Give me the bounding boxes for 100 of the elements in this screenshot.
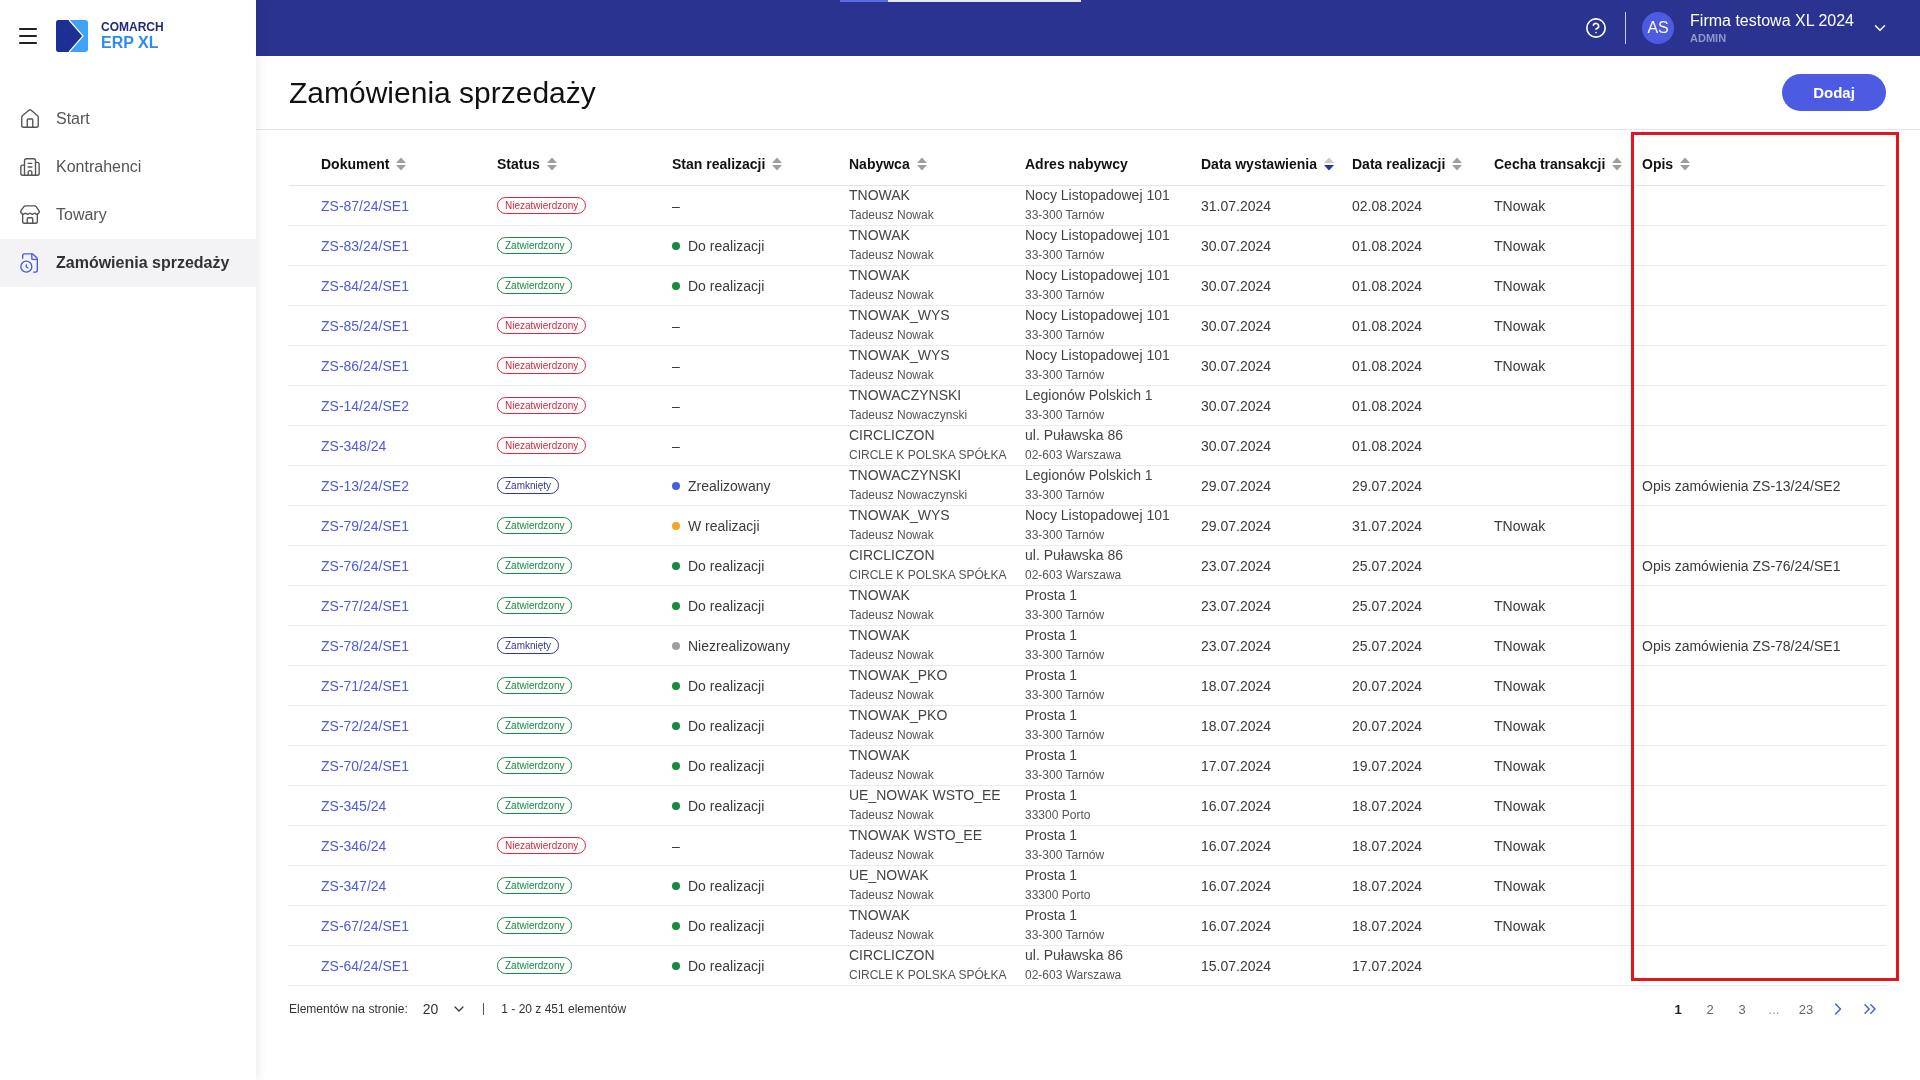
delivery-date: 01.08.2024 [1352, 237, 1423, 254]
document-link[interactable]: ZS-14/24/SE2 [321, 397, 409, 414]
address-city: 33-300 Tarnów [1025, 686, 1105, 704]
address-city: 33300 Porto [1025, 886, 1091, 904]
document-link[interactable]: ZS-86/24/SE1 [321, 357, 409, 374]
progress-status: Do realizacji [688, 717, 765, 734]
document-link[interactable]: ZS-79/24/SE1 [321, 517, 409, 534]
buyer-code: TNOWAK_WYS [849, 306, 950, 325]
address-city: 33-300 Tarnów [1025, 646, 1105, 664]
document-link[interactable]: ZS-346/24 [321, 837, 387, 854]
address-city: 33-300 Tarnów [1025, 486, 1106, 504]
transaction-feature: TNowak [1494, 597, 1546, 614]
issue-date: 30.07.2024 [1201, 357, 1272, 374]
address-city: 33-300 Tarnów [1025, 526, 1106, 544]
buyer-code: UE_NOWAK WSTO_EE [849, 786, 1001, 805]
document-link[interactable]: ZS-85/24/SE1 [321, 317, 409, 334]
delivery-date: 01.08.2024 [1352, 317, 1423, 334]
progress-status: – [672, 837, 680, 854]
address-street: Prosta 1 [1025, 826, 1079, 845]
column-header[interactable]: Data realizacji [1352, 155, 1446, 172]
buyer-code: TNOWAK [849, 586, 911, 605]
issue-date: 17.07.2024 [1201, 757, 1272, 774]
column-header[interactable]: Nabywca [849, 155, 910, 172]
page-size-select[interactable]: 20 [422, 1001, 468, 1017]
status-badge: Niezatwierdzony [497, 397, 587, 414]
column-header[interactable]: Cecha transakcji [1494, 155, 1606, 172]
column-header[interactable]: Data wystawienia [1201, 155, 1317, 172]
buyer-name: Tadeusz Nowak [849, 526, 935, 544]
progress-status: Do realizacji [688, 797, 765, 814]
transaction-feature: TNowak [1494, 237, 1546, 254]
sort-icon[interactable] [1323, 156, 1334, 171]
sidebar-item[interactable]: Towary [0, 191, 256, 239]
address-city: 33300 Porto [1025, 806, 1091, 824]
add-button[interactable]: Dodaj [1782, 74, 1886, 111]
address-city: 33-300 Tarnów [1025, 926, 1105, 944]
delivery-date: 01.08.2024 [1352, 277, 1423, 294]
delivery-date: 19.07.2024 [1352, 757, 1423, 774]
sidebar-item[interactable]: Start [0, 95, 256, 143]
column-header[interactable]: Stan realizacji [672, 155, 766, 172]
document-link[interactable]: ZS-347/24 [321, 877, 387, 894]
issue-date: 30.07.2024 [1201, 317, 1272, 334]
page-button[interactable]: 23 [1790, 998, 1822, 1020]
house-icon [19, 108, 41, 130]
document-link[interactable]: ZS-67/24/SE1 [321, 917, 409, 934]
page-button[interactable]: 2 [1694, 998, 1726, 1020]
sidebar-item[interactable]: Zamówienia sprzedaży [0, 239, 256, 287]
status-badge: Zamknięty [497, 477, 560, 494]
document-link[interactable]: ZS-76/24/SE1 [321, 557, 409, 574]
page-button[interactable]: 1 [1662, 998, 1694, 1020]
logo-brand-text: COMARCH [101, 21, 164, 33]
buyer-code: TNOWAK [849, 746, 911, 765]
column-header: Adres nabywcy [1025, 155, 1128, 172]
buyer-name: Tadeusz Nowak [849, 686, 935, 704]
buyer-name: Tadeusz Nowak [849, 886, 934, 904]
document-link[interactable]: ZS-13/24/SE2 [321, 477, 409, 494]
buyer-code: CIRCLICZON [849, 946, 936, 965]
help-icon[interactable] [1585, 17, 1608, 39]
status-badge: Niezatwierdzony [497, 317, 587, 334]
document-link[interactable]: ZS-78/24/SE1 [321, 637, 409, 654]
column-header[interactable]: Dokument [321, 155, 390, 172]
status-badge: Zatwierdzony [497, 557, 573, 574]
address-street: Legionów Polskich 1 [1025, 386, 1153, 405]
status-badge: Niezatwierdzony [497, 437, 587, 454]
address-city: 33-300 Tarnów [1025, 366, 1106, 384]
buyer-name: CIRCLE K POLSKA SPÓŁKA [849, 966, 1007, 984]
document-link[interactable]: ZS-345/24 [321, 797, 387, 814]
document-link[interactable]: ZS-72/24/SE1 [321, 717, 409, 734]
address-street: Nocy Listopadowej 101 [1025, 306, 1170, 325]
address-street: ul. Puławska 86 [1025, 546, 1124, 565]
issue-date: 31.07.2024 [1201, 197, 1272, 214]
document-link[interactable]: ZS-87/24/SE1 [321, 197, 409, 214]
delivery-date: 25.07.2024 [1352, 637, 1423, 654]
page-title: Zamówienia sprzedaży [289, 75, 596, 110]
page-range-text: 1 - 20 z 451 elementów [501, 1002, 627, 1016]
buyer-name: Tadeusz Nowak [849, 286, 934, 304]
document-link[interactable]: ZS-64/24/SE1 [321, 957, 409, 974]
document-link[interactable]: ZS-83/24/SE1 [321, 237, 409, 254]
column-header[interactable]: Status [497, 155, 540, 172]
status-badge: Zamknięty [497, 637, 560, 654]
status-badge: Niezatwierdzony [497, 837, 587, 854]
address-city: 02-603 Warszawa [1025, 566, 1123, 584]
order-description: Opis zamówienia ZS-78/24/SE1 [1642, 637, 1841, 654]
column-header[interactable]: Opis [1642, 155, 1674, 172]
document-link[interactable]: ZS-71/24/SE1 [321, 677, 409, 694]
issue-date: 30.07.2024 [1201, 437, 1272, 454]
document-link[interactable]: ZS-77/24/SE1 [321, 597, 409, 614]
progress-status: – [672, 317, 680, 334]
progress-status: – [672, 357, 680, 374]
document-link[interactable]: ZS-84/24/SE1 [321, 277, 409, 294]
address-city: 33-300 Tarnów [1025, 406, 1106, 424]
page-button[interactable]: 3 [1726, 998, 1758, 1020]
status-badge: Zatwierdzony [497, 277, 573, 294]
transaction-feature: TNowak [1494, 277, 1546, 294]
document-link[interactable]: ZS-348/24 [321, 437, 387, 454]
address-city: 33-300 Tarnów [1025, 606, 1105, 624]
transaction-feature: TNowak [1494, 757, 1546, 774]
document-link[interactable]: ZS-70/24/SE1 [321, 757, 409, 774]
user-avatar: AS [1642, 12, 1675, 44]
sidebar-item[interactable]: Kontrahenci [0, 143, 256, 191]
status-badge: Zatwierdzony [497, 517, 573, 534]
